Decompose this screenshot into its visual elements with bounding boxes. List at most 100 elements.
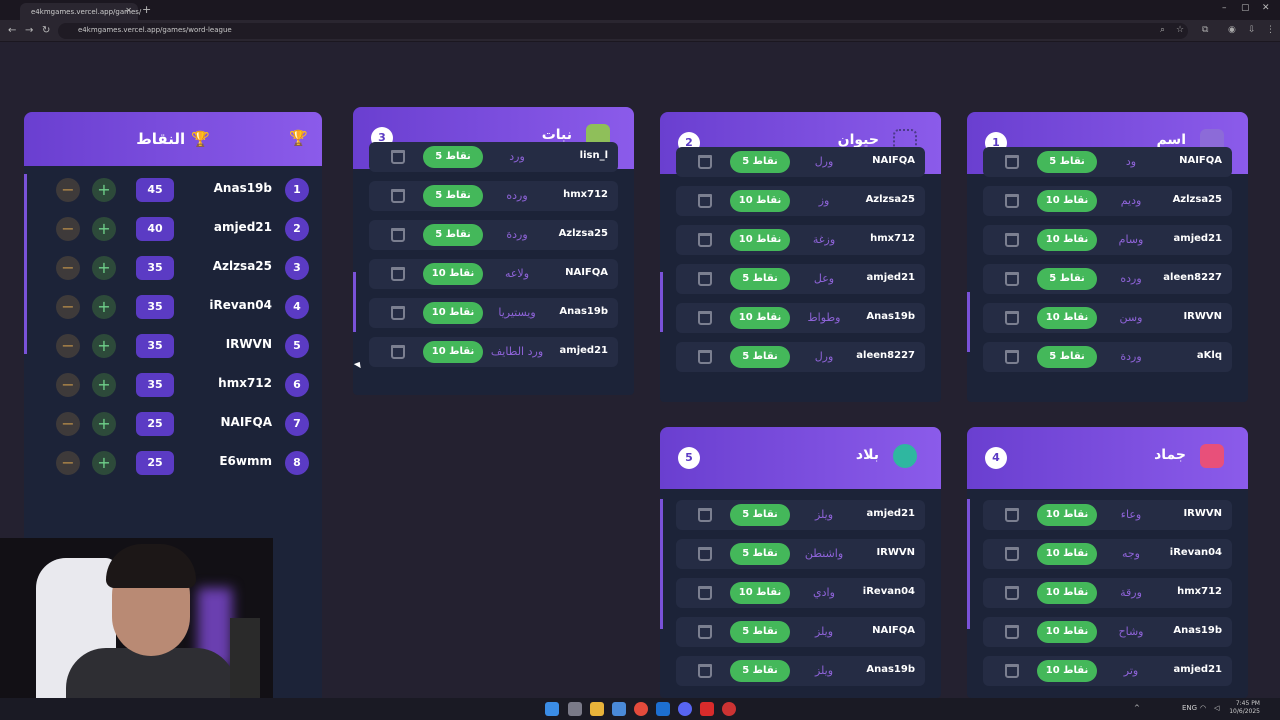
points-badge[interactable]: 10 نقاط: [1037, 307, 1097, 329]
trash-icon[interactable]: [698, 155, 712, 169]
points-badge[interactable]: 5 نقاط: [730, 621, 790, 643]
recorder-icon[interactable]: [722, 702, 736, 716]
trash-icon[interactable]: [1005, 233, 1019, 247]
points-badge[interactable]: 10 نقاط: [730, 307, 790, 329]
trash-icon[interactable]: [1005, 350, 1019, 364]
points-badge[interactable]: 10 نقاط: [423, 302, 483, 324]
points-badge[interactable]: 10 نقاط: [730, 582, 790, 604]
points-badge[interactable]: 5 نقاط: [423, 224, 483, 246]
points-badge[interactable]: 5 نقاط: [730, 268, 790, 290]
new-tab-button[interactable]: +: [142, 3, 151, 16]
menu-icon[interactable]: ⋮: [1266, 25, 1275, 35]
tray-arrow-icon[interactable]: ^: [1134, 704, 1140, 712]
points-badge[interactable]: 5 نقاط: [730, 346, 790, 368]
trash-icon[interactable]: [391, 150, 405, 164]
bookmark-star-icon[interactable]: ☆: [1176, 25, 1184, 35]
minus-button[interactable]: −: [56, 373, 80, 397]
trash-icon[interactable]: [698, 194, 712, 208]
trash-icon[interactable]: [1005, 155, 1019, 169]
minus-button[interactable]: −: [56, 178, 80, 202]
trash-icon[interactable]: [391, 189, 405, 203]
minus-button[interactable]: −: [56, 295, 80, 319]
trash-icon[interactable]: [391, 228, 405, 242]
chrome-icon[interactable]: [634, 702, 648, 716]
trash-icon[interactable]: [698, 508, 712, 522]
trash-icon[interactable]: [698, 625, 712, 639]
trash-icon[interactable]: [1005, 272, 1019, 286]
points-badge[interactable]: 10 نقاط: [1037, 543, 1097, 565]
minus-button[interactable]: −: [56, 412, 80, 436]
trash-icon[interactable]: [1005, 547, 1019, 561]
windows-start-icon[interactable]: [545, 702, 559, 716]
plus-button[interactable]: +: [92, 217, 116, 241]
trash-icon[interactable]: [698, 311, 712, 325]
points-badge[interactable]: 10 نقاط: [1037, 621, 1097, 643]
points-badge[interactable]: 10 نقاط: [1037, 504, 1097, 526]
trash-icon[interactable]: [1005, 625, 1019, 639]
wifi-icon[interactable]: ◠: [1200, 704, 1206, 712]
minus-button[interactable]: −: [56, 217, 80, 241]
zoom-icon[interactable]: ⌕: [1160, 25, 1165, 35]
trash-icon[interactable]: [698, 586, 712, 600]
back-icon[interactable]: ←: [8, 25, 16, 36]
points-badge[interactable]: 5 نقاط: [423, 185, 483, 207]
reload-icon[interactable]: ↻: [42, 25, 50, 36]
points-badge[interactable]: 5 نقاط: [1037, 151, 1097, 173]
store-icon[interactable]: [612, 702, 626, 716]
clock[interactable]: 7:45 PM 10/6/2025: [1229, 700, 1260, 716]
discord-icon[interactable]: [678, 702, 692, 716]
trash-icon[interactable]: [1005, 311, 1019, 325]
maximize-icon[interactable]: ▢: [1241, 3, 1250, 13]
points-badge[interactable]: 5 نقاط: [1037, 346, 1097, 368]
plus-button[interactable]: +: [92, 451, 116, 475]
points-badge[interactable]: 5 نقاط: [730, 504, 790, 526]
trash-icon[interactable]: [698, 547, 712, 561]
language-indicator[interactable]: ENG: [1182, 704, 1197, 712]
close-tab-icon[interactable]: ✕: [125, 6, 132, 15]
points-badge[interactable]: 5 نقاط: [730, 151, 790, 173]
plus-button[interactable]: +: [92, 412, 116, 436]
trash-icon[interactable]: [391, 267, 405, 281]
trash-icon[interactable]: [698, 664, 712, 678]
trash-icon[interactable]: [1005, 664, 1019, 678]
plus-button[interactable]: +: [92, 178, 116, 202]
minus-button[interactable]: −: [56, 451, 80, 475]
profile-icon[interactable]: ◉: [1228, 25, 1236, 35]
plus-button[interactable]: +: [92, 256, 116, 280]
points-badge[interactable]: 10 نقاط: [1037, 190, 1097, 212]
youtube-icon[interactable]: [700, 702, 714, 716]
volume-icon[interactable]: ◁: [1214, 704, 1219, 712]
points-badge[interactable]: 10 نقاط: [1037, 660, 1097, 682]
points-badge[interactable]: 10 نقاط: [1037, 229, 1097, 251]
plus-button[interactable]: +: [92, 373, 116, 397]
trash-icon[interactable]: [1005, 508, 1019, 522]
trash-icon[interactable]: [1005, 194, 1019, 208]
close-window-icon[interactable]: ✕: [1262, 3, 1270, 13]
minus-button[interactable]: −: [56, 256, 80, 280]
plus-button[interactable]: +: [92, 295, 116, 319]
points-badge[interactable]: 5 نقاط: [730, 660, 790, 682]
task-view-icon[interactable]: [568, 702, 582, 716]
points-badge[interactable]: 5 نقاط: [730, 543, 790, 565]
points-badge[interactable]: 5 نقاط: [1037, 268, 1097, 290]
trash-icon[interactable]: [1005, 586, 1019, 600]
plus-button[interactable]: +: [92, 334, 116, 358]
download-icon[interactable]: ⇩: [1248, 25, 1256, 35]
trash-icon[interactable]: [391, 306, 405, 320]
file-explorer-icon[interactable]: [590, 702, 604, 716]
points-badge[interactable]: 10 نقاط: [423, 341, 483, 363]
points-badge[interactable]: 10 نقاط: [1037, 582, 1097, 604]
points-badge[interactable]: 10 نقاط: [423, 263, 483, 285]
browser-tab[interactable]: e4kmgames.vercel.app/games/ ✕: [20, 3, 141, 20]
points-badge[interactable]: 10 نقاط: [730, 190, 790, 212]
minimize-icon[interactable]: –: [1222, 3, 1227, 13]
extensions-icon[interactable]: ⧉: [1202, 25, 1208, 35]
outlook-icon[interactable]: [656, 702, 670, 716]
trash-icon[interactable]: [391, 345, 405, 359]
trash-icon[interactable]: [698, 233, 712, 247]
trash-icon[interactable]: [698, 350, 712, 364]
url-field[interactable]: e4kmgames.vercel.app/games/word-league: [58, 23, 1188, 39]
forward-icon[interactable]: →: [25, 25, 33, 36]
minus-button[interactable]: −: [56, 334, 80, 358]
points-badge[interactable]: 10 نقاط: [730, 229, 790, 251]
